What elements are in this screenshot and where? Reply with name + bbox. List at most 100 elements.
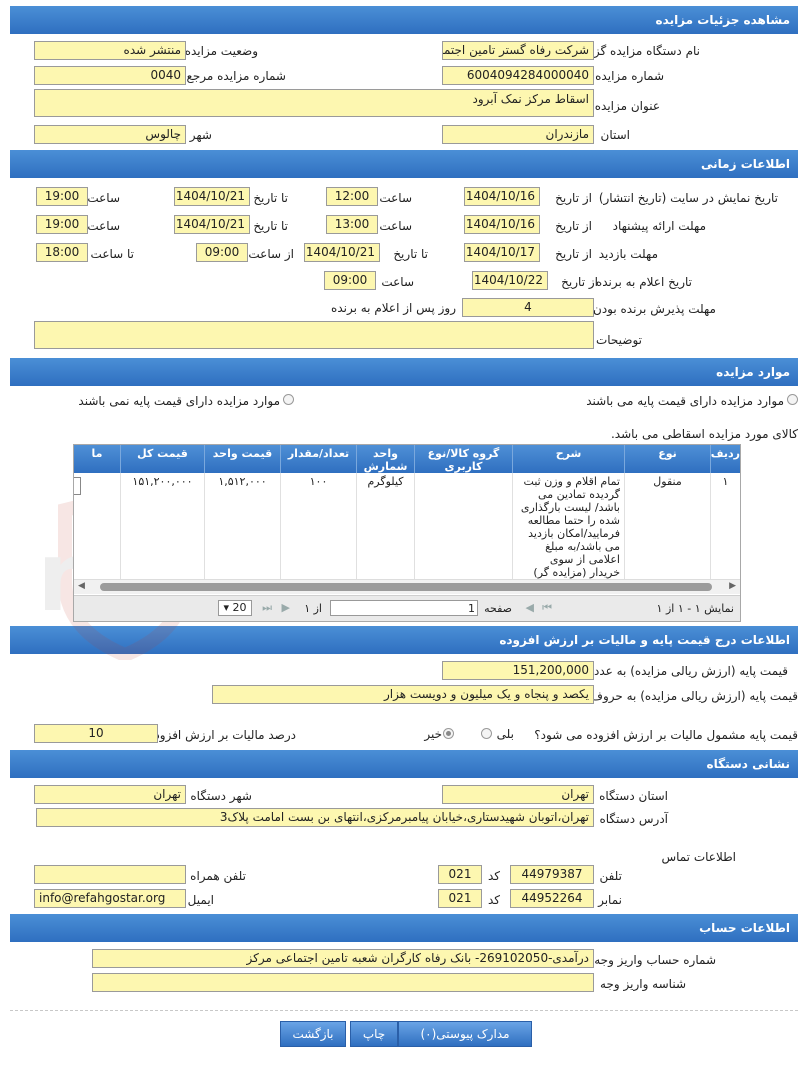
r4-from-label: از تاریخ [561, 275, 598, 289]
payment-id-label: شناسه واریز وجه [600, 977, 686, 991]
org-field[interactable]: شرکت رفاه گستر تامین اجتماعی [442, 41, 594, 60]
col-qty[interactable]: تعداد/مقدار [280, 445, 356, 473]
city-label: شهر [189, 128, 212, 142]
r2-from-date[interactable]: 1404/10/16 [464, 215, 540, 234]
r3-hfrom-label: از ساعت [248, 247, 294, 261]
details-header-title: مشاهده جزئیات مزایده [655, 13, 790, 27]
pager-summary: نمایش ۱ - ۱ از ۱ [656, 602, 734, 615]
r3-to-date[interactable]: 1404/10/21 [304, 243, 380, 262]
mobile-field[interactable] [34, 865, 186, 884]
fax-code-label: کد [487, 893, 500, 907]
base-word-field[interactable]: یکصد و پنجاه و یک میلیون و دویست هزار [212, 685, 594, 704]
ref-field[interactable]: 0040 [34, 66, 186, 85]
vat-yes-label: بلی [496, 727, 514, 741]
accept-deadline-label: مهلت پذیرش برنده بودن [593, 302, 716, 316]
r4-time[interactable]: 09:00 [324, 271, 376, 290]
scroll-left-icon[interactable]: ◀ [78, 581, 85, 591]
scroll-thumb[interactable] [100, 583, 712, 591]
r2-to-date[interactable]: 1404/10/21 [174, 215, 250, 234]
pager-page-label: صفحه [484, 602, 512, 615]
base-price-yes-radio[interactable] [787, 394, 798, 405]
cell-type: منقول [624, 473, 710, 581]
pager-prev-icon[interactable]: ◀ [526, 601, 534, 614]
base-price-yes-label: موارد مزایده دارای قیمت پایه می باشند [586, 394, 784, 408]
r2-from-time[interactable]: 13:00 [326, 215, 378, 234]
pager-first-icon[interactable]: ⏮ [542, 601, 552, 615]
ref-label: شماره مزایده مرجع [186, 69, 286, 83]
phone-code-field[interactable]: 021 [438, 865, 482, 884]
cell-qty: ۱۰۰ [280, 473, 356, 581]
base-price-no-label: موارد مزایده دارای قیمت پایه نمی باشند [78, 394, 280, 408]
accept-days-field[interactable]: 4 [462, 298, 594, 317]
fax-field[interactable]: 44952264 [510, 889, 594, 908]
r3-from-date[interactable]: 1404/10/17 [464, 243, 540, 262]
r3-to-time[interactable]: 18:00 [36, 243, 88, 262]
col-type[interactable]: نوع [624, 445, 710, 473]
notes-field[interactable] [34, 321, 594, 349]
pager-size-select[interactable]: 20 ▾ [218, 600, 252, 616]
col-group[interactable]: گروه کالا/نوع کاربری [414, 445, 512, 473]
phone-field[interactable]: 44979387 [510, 865, 594, 884]
pager-page-input[interactable]: 1 [330, 600, 478, 616]
r4-from-date[interactable]: 1404/10/22 [472, 271, 548, 290]
r1-to-time[interactable]: 19:00 [36, 187, 88, 206]
visit-deadline-label: مهلت بازدید [598, 247, 658, 261]
vat-percent-field[interactable]: 10 [34, 724, 158, 743]
number-field[interactable]: 6004094284000040 [442, 66, 594, 85]
base-word-label: قیمت پایه (ارزش ریالی مزایده) به حروف [590, 689, 798, 703]
r2-hour-label: ساعت [379, 219, 412, 233]
items-header-title: موارد مزایده [716, 365, 790, 379]
base-num-label: قیمت پایه (ارزش ریالی مزایده) به عدد [593, 664, 788, 678]
details-header: مشاهده جزئیات مزایده [10, 6, 798, 34]
address-header-title: نشانی دستگاه [706, 757, 790, 771]
org-city-field[interactable]: تهران [34, 785, 186, 804]
print-button[interactable]: چاپ [350, 1021, 398, 1047]
base-num-field[interactable]: 151,200,000 [442, 661, 594, 680]
r1-from-time[interactable]: 12:00 [326, 187, 378, 206]
title-field[interactable]: اسقاط مرکز نمک آبرود [34, 89, 594, 117]
scroll-right-icon[interactable]: ▶ [729, 581, 736, 591]
org-address-field[interactable]: تهران،اتوبان شهیدستاری،خیابان پیامبرمرکز… [36, 808, 594, 827]
province-field[interactable]: مازندران [442, 125, 594, 144]
address-header: نشانی دستگاه [10, 750, 798, 778]
r1-hour2-label: ساعت [87, 191, 120, 205]
pager-last-icon[interactable]: ⏭ [262, 601, 272, 615]
phone-code-label: کد [487, 869, 500, 883]
r3-to-label: تا تاریخ [393, 247, 428, 261]
cell-more-input[interactable] [74, 477, 81, 495]
back-button[interactable]: بازگشت [280, 1021, 346, 1047]
cell-unit: کیلوگرم [356, 473, 414, 581]
col-unit-price[interactable]: قیمت واحد [204, 445, 280, 473]
email-field[interactable]: info@refahgostar.org [34, 889, 186, 908]
org-province-field[interactable]: تهران [442, 785, 594, 804]
col-more[interactable]: ما [74, 445, 120, 473]
col-desc[interactable]: شرح [512, 445, 624, 473]
r1-to-date[interactable]: 1404/10/21 [174, 187, 250, 206]
grid-pager: نمایش ۱ - ۱ از ۱ ⏮ ◀ صفحه 1 از ۱ ▶ ⏭ 20 … [74, 595, 740, 621]
grid-horizontal-scrollbar[interactable]: ◀ ▶ [74, 579, 740, 594]
province-label: استان [600, 128, 630, 142]
r3-from-time[interactable]: 09:00 [196, 243, 248, 262]
price-header: اطلاعات درج قیمت پایه و مالیات بر ارزش ا… [10, 626, 798, 654]
phone-label: تلفن [599, 869, 622, 883]
vat-no-radio[interactable] [443, 728, 454, 739]
payment-id-field[interactable] [92, 973, 594, 992]
fax-code-field[interactable]: 021 [438, 889, 482, 908]
col-total[interactable]: قیمت کل [120, 445, 204, 473]
account-number-field[interactable]: درآمدی-269102050- بانک رفاه کارگران شعبه… [92, 949, 594, 968]
contact-title: اطلاعات تماس [661, 850, 736, 864]
account-header: اطلاعات حساب [10, 914, 798, 942]
col-row[interactable]: ردیف [710, 445, 740, 473]
pager-next-icon[interactable]: ▶ [282, 601, 290, 614]
r2-to-time[interactable]: 19:00 [36, 215, 88, 234]
r1-from-date[interactable]: 1404/10/16 [464, 187, 540, 206]
attachments-button[interactable]: مدارک پیوستی(۰) [398, 1021, 532, 1047]
accept-days-suffix: روز پس از اعلام به برنده [331, 301, 456, 315]
org-city-label: شهر دستگاه [190, 789, 252, 803]
status-field[interactable]: منتشر شده [34, 41, 186, 60]
base-price-no-radio[interactable] [283, 394, 294, 405]
cell-group [414, 473, 512, 581]
col-unit[interactable]: واحد شمارش [356, 445, 414, 473]
city-field[interactable]: چالوس [34, 125, 186, 144]
vat-yes-radio[interactable] [481, 728, 492, 739]
